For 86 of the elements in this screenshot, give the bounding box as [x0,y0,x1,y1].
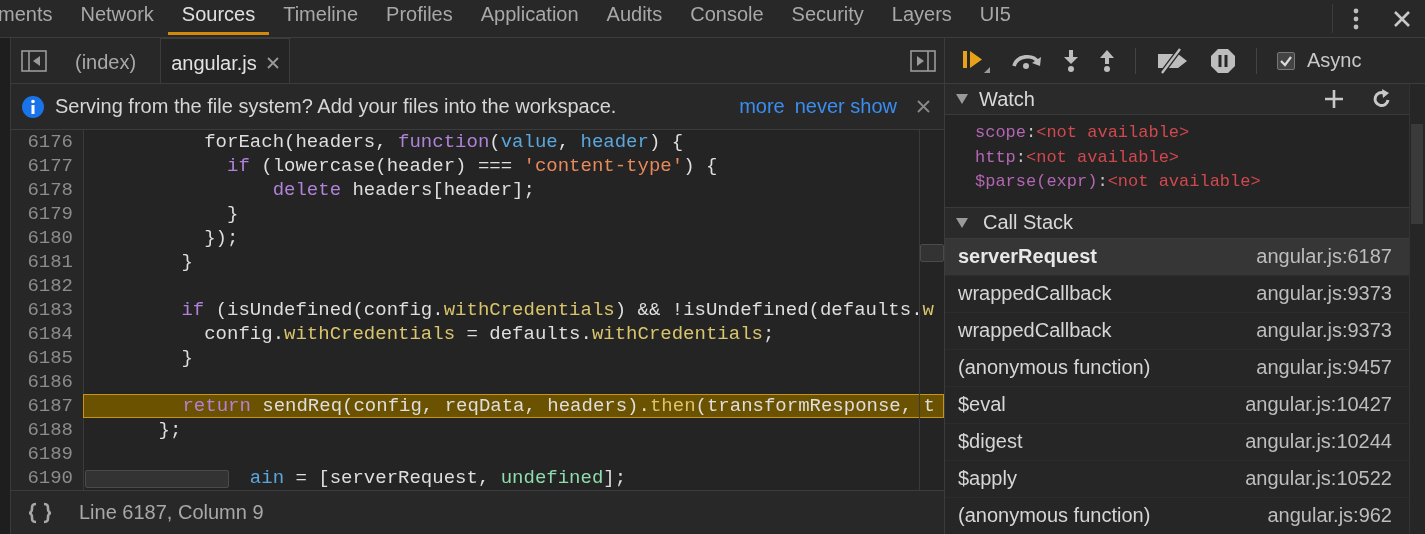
code-line: if (isUndefined(config.withCredentials) && !isUndefined(defaults.w [181,299,934,321]
call-frame[interactable]: serverRequest angular.js:6187 [945,238,1410,276]
line-number: 6179 [26,202,74,226]
function-name: $eval [958,393,1006,416]
source-location[interactable]: angular.js:10427 [1245,393,1392,416]
panel-tab[interactable]: Audits [592,0,677,35]
line-number: 6188 [26,418,74,442]
function-name: $digest [958,430,1023,453]
code-line: }); [204,227,239,249]
source-location[interactable]: angular.js:9373 [1256,319,1392,342]
expand-arrow-icon[interactable] [955,93,969,105]
line-number: 6190 [26,466,74,490]
file-tab-label: (index) [75,51,137,74]
info-icon [21,94,45,119]
panel-tab[interactable]: Application [466,0,593,35]
line-number: 6177 [26,154,74,178]
cursor-position: Line 6187, Column 9 [79,501,264,524]
line-number: 6181 [26,250,74,274]
panel-tab[interactable]: UI5 [965,0,1025,35]
function-name: (anonymous function) [958,504,1151,527]
source-location[interactable]: angular.js:6187 [1256,245,1392,268]
function-name: $apply [958,467,1017,490]
function-name: wrappedCallback [958,319,1112,342]
pretty-print-icon[interactable] [27,501,53,524]
code-line: if (lowercase(header) === 'content-type') { [227,155,718,177]
step-out-icon[interactable] [1099,48,1115,73]
source-location[interactable]: angular.js:962 [1267,504,1392,527]
code-line: } [181,251,193,273]
function-name: wrappedCallback [958,282,1112,305]
panel-tab[interactable]: Sources [167,0,270,35]
line-number: 6187 [26,394,74,418]
close-icon[interactable] [917,100,930,113]
source-location[interactable]: angular.js:10522 [1245,467,1392,490]
code-line: } [227,203,239,225]
source-location[interactable]: angular.js:9373 [1256,282,1392,305]
section-title[interactable]: Call Stack [983,211,1074,234]
section-title[interactable]: Watch [979,87,1035,111]
source-location[interactable]: angular.js:9457 [1256,356,1392,379]
file-tab[interactable]: (index) [65,38,147,83]
code-line: ain = [serverRequest, undefined]; [249,467,627,489]
line-number: 6183 [26,298,74,322]
add-icon[interactable] [1324,89,1344,109]
watch-expression: scope:<not available> [975,122,1191,144]
file-tab[interactable]: angular.js [160,38,290,83]
panel-tab[interactable]: Timeline [269,0,373,35]
sidebar-toggle-icon[interactable] [910,49,936,72]
expand-arrow-icon[interactable] [955,216,969,229]
close-icon[interactable] [1393,9,1411,28]
code-line: config.withCredentials = defaults.withCredentials; [204,323,775,345]
code-line: }; [158,419,182,441]
line-number: 6185 [26,346,74,370]
info-link[interactable]: more [739,95,785,118]
async-checkbox[interactable]: Async [1277,49,1362,72]
file-tab-label: angular.js [171,51,257,75]
step-into-icon[interactable] [1063,48,1079,73]
panel-tab[interactable]: Network [66,0,168,35]
sidebar-toggle-icon[interactable] [21,49,47,72]
panel-tab[interactable]: Profiles [372,0,467,35]
line-number: 6180 [26,226,74,250]
scrollbar-thumb[interactable] [920,244,944,262]
panel-tab[interactable]: Security [777,0,878,35]
function-name: serverRequest [958,245,1097,268]
code-line: delete headers[header]; [272,179,535,201]
line-number: 6184 [26,322,74,346]
code-line: forEach(headers, function(value, header) { [204,131,684,153]
code-line: } [181,347,193,369]
info-link[interactable]: never show [794,95,897,118]
line-number: 6189 [26,442,74,466]
pause-on-exceptions-icon[interactable] [1210,47,1236,74]
info-message: Serving from the file system? Add your files into the workspace. [55,95,617,118]
panel-tab[interactable]: Layers [877,0,966,35]
code-line: return sendReq(config, reqData, headers).then(transformResponse, t [182,395,935,417]
panel-tab[interactable]: Console [676,0,778,35]
source-location[interactable]: angular.js:10244 [1245,430,1392,453]
line-number: 6176 [26,130,74,154]
function-name: (anonymous function) [958,356,1151,379]
panel-tab[interactable]: ments [0,0,67,35]
refresh-icon[interactable] [1372,89,1392,109]
line-number: 6186 [26,370,74,394]
more-menu-icon[interactable] [1353,7,1359,30]
watch-expression: $parse(expr):<not available> [975,171,1262,193]
watch-expression: http:<not available> [975,146,1181,169]
line-number: 6178 [26,178,74,202]
close-icon[interactable] [266,57,279,69]
scrollbar-thumb[interactable] [85,470,229,488]
line-number: 6182 [26,274,74,298]
